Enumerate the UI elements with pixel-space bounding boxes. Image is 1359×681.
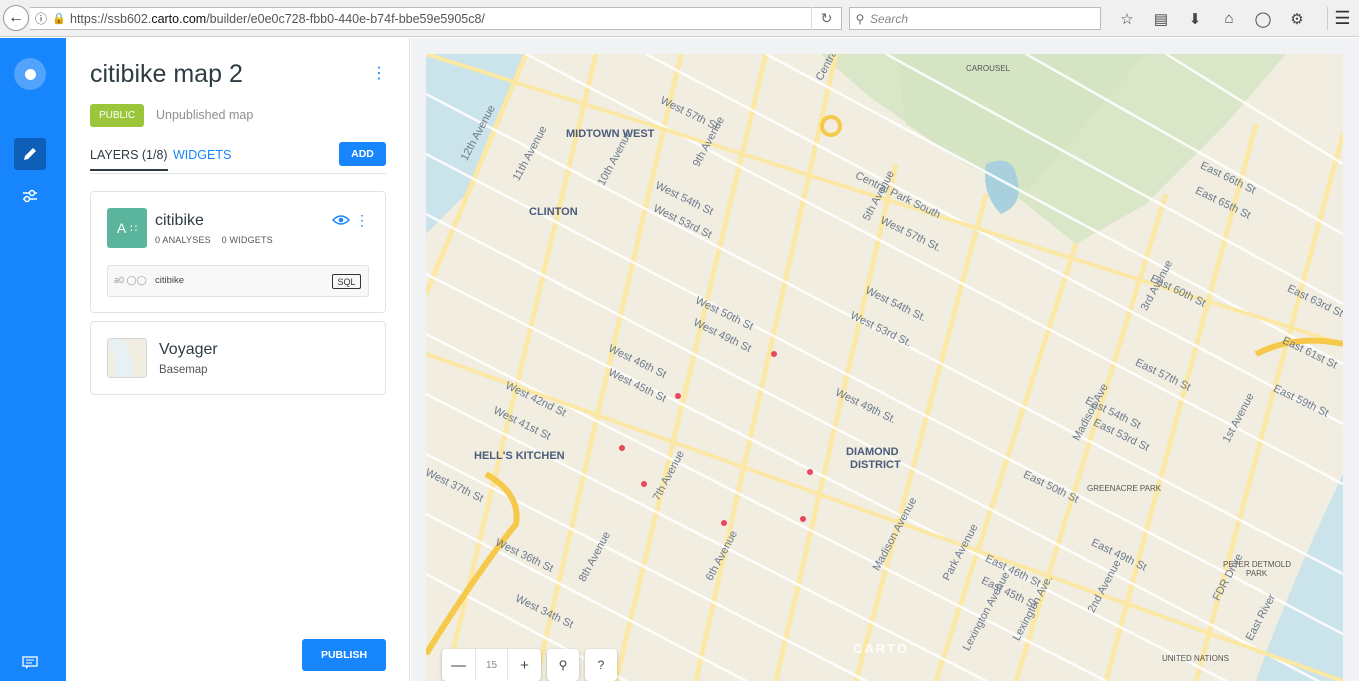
back-arrow-icon[interactable]: ←	[3, 5, 29, 31]
basemap-svg	[426, 54, 1343, 681]
citibike-station-point[interactable]	[807, 469, 813, 475]
extension-icon[interactable]: ⚙	[1280, 7, 1314, 30]
map-canvas[interactable]: MIDTOWN WEST CLINTON HELL'S KITCHEN DIAM…	[426, 54, 1343, 681]
home-icon[interactable]: ⌂	[1212, 7, 1246, 30]
citibike-station-point[interactable]	[641, 481, 647, 487]
label-carousel: CAROUSEL	[966, 64, 1011, 73]
search-icon: ⚲	[855, 11, 865, 26]
carto-logo-icon[interactable]	[14, 58, 46, 90]
basemap-name: Voyager	[159, 341, 218, 358]
citibike-station-point[interactable]	[675, 393, 681, 399]
map-area: MIDTOWN WEST CLINTON HELL'S KITCHEN DIAM…	[411, 38, 1359, 681]
publish-status: Unpublished map	[156, 108, 254, 122]
analyses-count: 0 ANALYSES	[155, 235, 211, 245]
panel-tabs: LAYERS (1/8) WIDGETS ADD	[90, 142, 386, 174]
map-controls: — 15 + ⚲ ?	[442, 649, 617, 681]
side-rail	[0, 38, 66, 681]
zoom-control: — 15 +	[442, 649, 541, 681]
reading-list-icon[interactable]: ▤	[1144, 7, 1178, 30]
reload-icon[interactable]: ↻	[811, 7, 841, 30]
browser-toolbar: ← ⓘ 🔒 https://ssb602.carto.com/builder/e…	[0, 0, 1359, 37]
pocket-icon[interactable]: ◯	[1246, 7, 1280, 30]
citibike-station-point[interactable]	[800, 516, 806, 522]
citibike-station-point[interactable]	[619, 445, 625, 451]
carto-watermark: CARTO	[853, 641, 909, 656]
zoom-out-button[interactable]: —	[442, 649, 475, 681]
download-icon[interactable]: ⬇	[1178, 7, 1212, 30]
label-diamond: DIAMOND	[846, 446, 899, 458]
settings-sliders-icon[interactable]	[14, 180, 46, 212]
label-hells-kitchen: HELL'S KITCHEN	[474, 450, 565, 462]
label-district: DISTRICT	[850, 459, 901, 471]
edit-pencil-icon[interactable]	[14, 138, 46, 170]
search-placeholder: Search	[870, 11, 909, 26]
label-united-nations: UNITED NATIONS	[1162, 654, 1229, 663]
editor-panel: citibike map 2 ⋮ PUBLIC Unpublished map …	[66, 38, 410, 681]
map-title[interactable]: citibike map 2	[90, 60, 243, 89]
layer-meta: 0 ANALYSES 0 WIDGETS	[155, 235, 273, 245]
sql-badge[interactable]: SQL	[332, 274, 361, 289]
citibike-station-point[interactable]	[771, 351, 777, 357]
add-layer-button[interactable]: ADD	[339, 142, 386, 166]
map-options-kebab-icon[interactable]: ⋮	[371, 66, 387, 86]
basemap-thumbnail	[107, 338, 147, 378]
label-greenacre-park: GREENACRE PARK	[1087, 484, 1162, 493]
lock-icon: 🔒	[52, 13, 66, 25]
zoom-level: 15	[475, 649, 508, 681]
basemap-label: Basemap	[159, 364, 208, 376]
widgets-count: 0 WIDGETS	[221, 235, 273, 245]
citibike-station-point[interactable]	[721, 520, 727, 526]
layer-source-node[interactable]: a0 ◯◯ citibike SQL	[107, 265, 369, 297]
tab-layers[interactable]: LAYERS (1/8)	[90, 148, 168, 171]
privacy-badge[interactable]: PUBLIC	[90, 104, 145, 127]
basemap-card[interactable]: Voyager Basemap	[90, 321, 386, 395]
search-input[interactable]: ⚲ Search	[849, 7, 1101, 30]
tab-widgets[interactable]: WIDGETS	[173, 148, 231, 162]
help-icon[interactable]: ?	[585, 649, 617, 681]
visibility-eye-icon[interactable]	[331, 213, 351, 227]
info-icon[interactable]: ⓘ	[30, 10, 52, 27]
node-id: a0 ◯◯	[114, 275, 147, 285]
label-park: PARK	[1246, 569, 1268, 578]
node-link-icon: ◯◯	[126, 275, 147, 285]
layer-card-citibike[interactable]: A ∷ citibike 0 ANALYSES 0 WIDGETS ⋮ a0 ◯◯…	[90, 191, 386, 313]
chat-icon[interactable]	[16, 652, 44, 674]
search-map-icon[interactable]: ⚲	[547, 649, 579, 681]
source-name: citibike	[155, 275, 185, 286]
layer-name[interactable]: citibike	[155, 212, 204, 230]
layer-options-kebab-icon[interactable]: ⋮	[355, 213, 369, 229]
bookmark-star-icon[interactable]: ☆	[1110, 7, 1144, 30]
url-text[interactable]: https://ssb602.carto.com/builder/e0e0c72…	[70, 12, 485, 26]
layer-letter-badge: A ∷	[107, 208, 147, 248]
zoom-in-button[interactable]: +	[508, 649, 541, 681]
label-clinton: CLINTON	[529, 206, 578, 218]
address-bar[interactable]: ⓘ 🔒 https://ssb602.carto.com/builder/e0e…	[30, 7, 842, 30]
label-midtown-west: MIDTOWN WEST	[566, 128, 655, 140]
hamburger-menu-icon[interactable]: ☰	[1327, 7, 1351, 30]
publish-button[interactable]: PUBLISH	[302, 639, 386, 671]
